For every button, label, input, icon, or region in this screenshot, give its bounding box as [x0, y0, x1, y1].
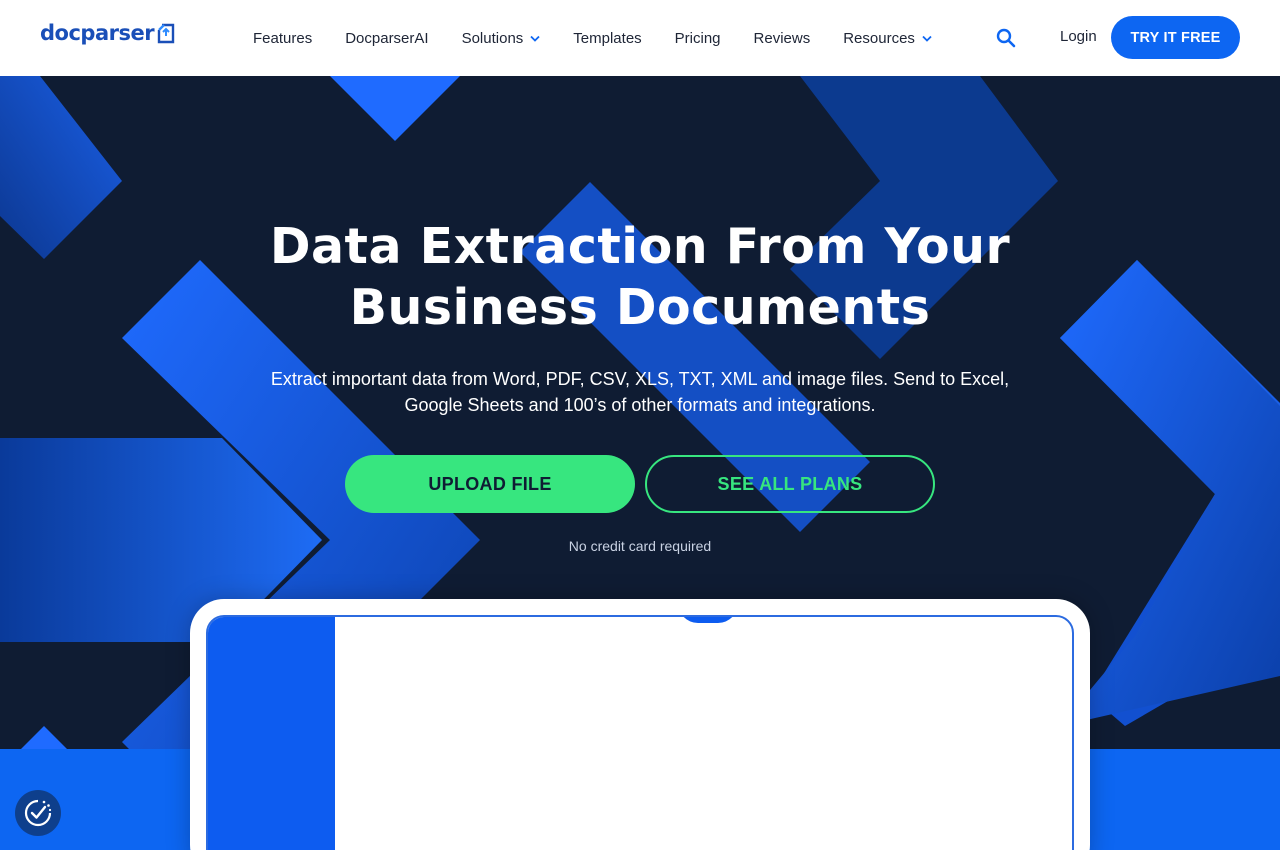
nav-reviews-label: Reviews	[753, 29, 811, 47]
hero-subtitle-line2: Google Sheets and 100’s of other formats…	[404, 395, 876, 415]
nav-docparserai-label: DocparserAI	[345, 29, 429, 47]
device-notch	[678, 617, 738, 623]
nav-templates[interactable]: Templates	[573, 30, 641, 47]
hero-title-line1: Data Extraction From Your	[269, 218, 1011, 275]
upload-file-button[interactable]: UPLOAD FILE	[345, 455, 635, 513]
main-nav: Features DocparserAI Solutions Templates…	[253, 0, 965, 76]
logo-text: docparser	[40, 21, 155, 45]
see-all-plans-button[interactable]: SEE ALL PLANS	[645, 455, 935, 513]
nav-solutions[interactable]: Solutions	[462, 30, 541, 47]
nav-resources[interactable]: Resources	[843, 30, 932, 47]
hero-subtitle: Extract important data from Word, PDF, C…	[240, 366, 1040, 418]
docparser-logo[interactable]: docparser	[40, 21, 175, 45]
logo-mark-icon	[157, 23, 175, 44]
nav-solutions-label: Solutions	[461, 29, 524, 47]
hero-title: Data Extraction From Your Business Docum…	[0, 216, 1280, 338]
chevron-down-icon	[530, 35, 540, 42]
nav-resources-label: Resources	[843, 29, 915, 47]
nav-docparserai[interactable]: DocparserAI	[345, 30, 428, 47]
nav-templates-label: Templates	[573, 29, 642, 47]
cookie-consent-icon	[24, 799, 52, 827]
nav-pricing[interactable]: Pricing	[675, 30, 721, 47]
nav-pricing-label: Pricing	[674, 29, 721, 47]
search-icon[interactable]	[995, 27, 1017, 49]
nav-reviews[interactable]: Reviews	[754, 30, 811, 47]
device-mockup	[190, 599, 1090, 850]
hero-subtitle-line1: Extract important data from Word, PDF, C…	[270, 369, 1010, 389]
device-screen	[206, 615, 1074, 850]
hero-title-line2: Business Documents	[349, 279, 931, 336]
cookie-consent-button[interactable]	[15, 790, 61, 836]
chevron-down-icon	[922, 35, 932, 42]
nav-features[interactable]: Features	[253, 30, 312, 47]
nav-features-label: Features	[253, 29, 313, 47]
no-credit-card-note: No credit card required	[568, 538, 712, 554]
login-link[interactable]: Login	[1060, 28, 1097, 45]
try-it-free-button[interactable]: TRY IT FREE	[1111, 16, 1240, 59]
screen-sidebar	[208, 617, 335, 850]
site-header: docparser Features DocparserAI Solutions…	[0, 0, 1280, 76]
